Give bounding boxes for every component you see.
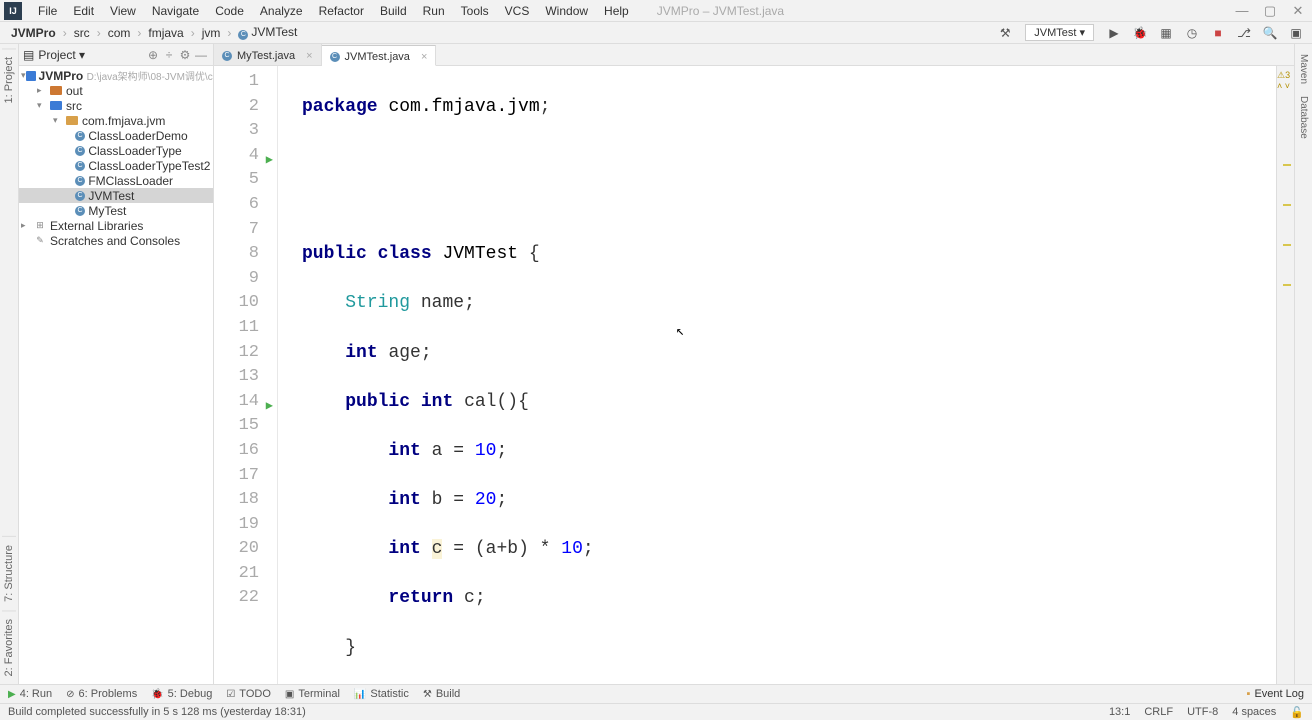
- left-tool-rail: 1: Project 7: Structure 2: Favorites: [0, 44, 19, 684]
- close-icon[interactable]: ✕: [1284, 3, 1312, 19]
- status-bar: Build completed successfully in 5 s 128 …: [0, 703, 1312, 720]
- menu-tools[interactable]: Tools: [453, 2, 497, 20]
- search-everywhere-icon[interactable]: 🔍: [1260, 24, 1280, 42]
- stop-button[interactable]: ■: [1208, 24, 1228, 42]
- run-button[interactable]: ▶: [1104, 24, 1124, 42]
- menu-navigate[interactable]: Navigate: [144, 2, 207, 20]
- hide-panel-icon[interactable]: —: [193, 48, 209, 62]
- editor-tabs: CMyTest.java× CJVMTest.java×: [214, 44, 1294, 66]
- settings-icon[interactable]: ▣: [1286, 24, 1306, 42]
- caret-position[interactable]: 13:1: [1109, 706, 1130, 719]
- menu-build[interactable]: Build: [372, 2, 415, 20]
- editor-area: CMyTest.java× CJVMTest.java× 123 4▶ 567 …: [214, 44, 1294, 684]
- profile-button[interactable]: ◷: [1182, 24, 1202, 42]
- locate-icon[interactable]: ⊕: [145, 48, 161, 62]
- tree-class[interactable]: C FMClassLoader: [19, 173, 213, 188]
- breadcrumb-com[interactable]: com: [103, 26, 136, 40]
- line-number-gutter[interactable]: 123 4▶ 567 8910 111213 14▶ 151617 181920…: [214, 66, 278, 684]
- menu-view[interactable]: View: [102, 2, 144, 20]
- statistic-tool[interactable]: 📊Statistic: [354, 688, 409, 700]
- code-editor[interactable]: package com.fmjava.jvm; public class JVM…: [278, 66, 1276, 684]
- tree-package[interactable]: ▾com.fmjava.jvm: [19, 113, 213, 128]
- breadcrumb-fmjava[interactable]: fmjava: [143, 26, 188, 40]
- menu-vcs[interactable]: VCS: [497, 2, 538, 20]
- run-gutter-icon[interactable]: ▶: [266, 394, 273, 419]
- tab-jvmtest[interactable]: CJVMTest.java×: [322, 45, 437, 66]
- maximize-icon[interactable]: ▢: [1256, 3, 1284, 19]
- menubar: IJ File Edit View Navigate Code Analyze …: [0, 0, 1312, 22]
- tree-out[interactable]: ▸out: [19, 83, 213, 98]
- panel-settings-icon[interactable]: ⚙: [177, 48, 193, 62]
- build-hammer-icon[interactable]: ⚒: [995, 24, 1015, 42]
- menu-window[interactable]: Window: [537, 2, 596, 20]
- debug-tool[interactable]: 🐞5: Debug: [151, 688, 212, 700]
- git-button[interactable]: ⎇: [1234, 24, 1254, 42]
- project-tool-tab[interactable]: 1: Project: [2, 48, 16, 111]
- project-view-icon: ▤: [23, 48, 34, 62]
- app-logo: IJ: [4, 2, 22, 20]
- menu-code[interactable]: Code: [207, 2, 252, 20]
- event-log[interactable]: ▪Event Log: [1247, 688, 1304, 700]
- structure-tool-tab[interactable]: 7: Structure: [2, 536, 16, 610]
- tree-class[interactable]: C ClassLoaderType: [19, 143, 213, 158]
- breadcrumb-project[interactable]: JVMPro: [6, 26, 61, 40]
- run-gutter-icon[interactable]: ▶: [266, 148, 273, 173]
- database-tool-tab[interactable]: Database: [1297, 90, 1310, 145]
- favorites-tool-tab[interactable]: 2: Favorites: [2, 610, 16, 684]
- project-panel-title[interactable]: Project ▾: [34, 48, 145, 62]
- menu-refactor[interactable]: Refactor: [311, 2, 372, 20]
- tree-class[interactable]: C ClassLoaderTypeTest2: [19, 158, 213, 173]
- menu-file[interactable]: File: [30, 2, 65, 20]
- line-separator[interactable]: CRLF: [1144, 706, 1173, 719]
- close-tab-icon[interactable]: ×: [421, 51, 427, 63]
- right-tool-rail: Maven Database: [1294, 44, 1312, 684]
- inspection-badge[interactable]: ⚠3 ˄ ˅: [1277, 70, 1292, 91]
- navigation-bar: JVMPro › src › com › fmjava › jvm › CJVM…: [0, 22, 1312, 44]
- file-encoding[interactable]: UTF-8: [1187, 706, 1218, 719]
- collapse-all-icon[interactable]: ÷: [161, 48, 177, 62]
- menu-help[interactable]: Help: [596, 2, 637, 20]
- status-message: Build completed successfully in 5 s 128 …: [8, 706, 306, 718]
- project-panel: ▤ Project ▾ ⊕ ÷ ⚙ — ▾JVMPro D:\java架构师\0…: [19, 44, 214, 684]
- tree-external-libs[interactable]: ▸⊞External Libraries: [19, 218, 213, 233]
- tree-scratches[interactable]: ✎Scratches and Consoles: [19, 233, 213, 248]
- menu-analyze[interactable]: Analyze: [252, 2, 311, 20]
- tree-class-selected[interactable]: C JVMTest: [19, 188, 213, 203]
- tree-class[interactable]: C MyTest: [19, 203, 213, 218]
- run-config-dropdown[interactable]: JVMTest ▾: [1025, 24, 1094, 41]
- window-title: JVMPro – JVMTest.java: [657, 4, 784, 18]
- close-tab-icon[interactable]: ×: [306, 50, 312, 62]
- coverage-button[interactable]: ▦: [1156, 24, 1176, 42]
- breadcrumb-jvm[interactable]: jvm: [197, 26, 226, 40]
- readonly-icon[interactable]: 🔓: [1290, 706, 1304, 719]
- tab-mytest[interactable]: CMyTest.java×: [214, 44, 322, 65]
- bottom-tool-rail: ▶4: Run ⊘6: Problems 🐞5: Debug ☑TODO ▣Te…: [0, 684, 1312, 703]
- breadcrumb-src[interactable]: src: [69, 26, 95, 40]
- run-tool[interactable]: ▶4: Run: [8, 688, 52, 700]
- tree-root[interactable]: ▾JVMPro D:\java架构师\08-JVM调优\code\: [19, 68, 213, 83]
- error-stripe[interactable]: ⚠3 ˄ ˅: [1276, 66, 1294, 684]
- breadcrumb-class[interactable]: CJVMTest: [233, 25, 302, 40]
- maven-tool-tab[interactable]: Maven: [1297, 48, 1310, 90]
- project-tree[interactable]: ▾JVMPro D:\java架构师\08-JVM调优\code\ ▸out ▾…: [19, 66, 213, 684]
- indent-info[interactable]: 4 spaces: [1232, 706, 1276, 719]
- tree-class[interactable]: C ClassLoaderDemo: [19, 128, 213, 143]
- build-tool[interactable]: ⚒Build: [423, 688, 460, 700]
- menu-edit[interactable]: Edit: [65, 2, 102, 20]
- tree-src[interactable]: ▾src: [19, 98, 213, 113]
- minimize-icon[interactable]: —: [1228, 3, 1256, 19]
- terminal-tool[interactable]: ▣Terminal: [285, 688, 340, 700]
- debug-button[interactable]: 🐞: [1130, 24, 1150, 42]
- todo-tool[interactable]: ☑TODO: [226, 688, 271, 700]
- problems-tool[interactable]: ⊘6: Problems: [66, 688, 137, 700]
- menu-run[interactable]: Run: [415, 2, 453, 20]
